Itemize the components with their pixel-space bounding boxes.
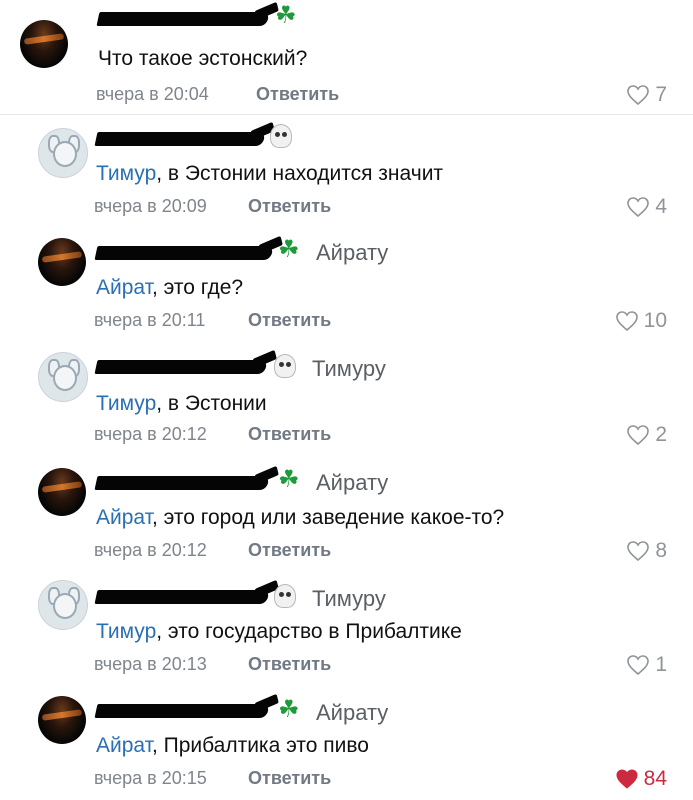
reply-to-name[interactable]: Тимуру: [312, 586, 386, 612]
comment-timestamp: вчера в 20:09: [94, 196, 207, 216]
clover-icon: ☘: [275, 1, 297, 29]
avatar[interactable]: [20, 20, 68, 68]
reply-to-name[interactable]: Айрату: [316, 240, 388, 266]
skull-icon: [274, 584, 296, 608]
reply-button[interactable]: Ответить: [248, 424, 331, 445]
like-button[interactable]: 10: [614, 308, 667, 334]
comment-body: , в Эстонии: [156, 392, 267, 415]
like-count: 4: [655, 195, 667, 218]
comment-timestamp: вчера в 20:04: [96, 84, 209, 104]
redacted-author-name: [94, 590, 270, 604]
redacted-author-name: [94, 132, 266, 146]
clover-icon: ☘: [278, 235, 300, 263]
comment-text: Айрат, Прибалтика это пиво: [96, 734, 369, 758]
like-count: 7: [655, 83, 667, 106]
clover-icon: ☘: [278, 465, 300, 493]
avatar[interactable]: [38, 128, 88, 178]
reply-button[interactable]: Ответить: [248, 540, 331, 561]
reply-button[interactable]: Ответить: [248, 654, 331, 675]
like-button[interactable]: 1: [625, 652, 667, 678]
avatar[interactable]: [38, 352, 88, 402]
redacted-author-name: [94, 246, 274, 260]
comment-body: , в Эстонии находится значит: [156, 162, 444, 185]
like-count: 8: [655, 539, 667, 562]
reply-button[interactable]: Ответить: [248, 310, 331, 331]
reply-to-name[interactable]: Айрату: [316, 470, 388, 496]
comment-text: Айрат, это город или заведение какое-то?: [96, 506, 504, 530]
mention-link[interactable]: Айрат: [96, 506, 152, 529]
heart-icon: [616, 769, 638, 789]
reply-button[interactable]: Ответить: [256, 84, 339, 105]
comment-text: Айрат, это где?: [96, 276, 243, 300]
avatar[interactable]: [38, 580, 88, 630]
like-count: 2: [655, 423, 667, 446]
comment-text: Что такое эстонский?: [98, 47, 307, 71]
comment-body: , это город или заведение какое-то?: [151, 506, 505, 529]
like-button[interactable]: 2: [625, 422, 667, 448]
like-button[interactable]: 4: [625, 194, 667, 220]
heart-icon: [627, 85, 650, 106]
avatar[interactable]: [38, 468, 86, 516]
mention-link[interactable]: Айрат: [96, 276, 152, 299]
comment-body: , Прибалтика это пиво: [151, 734, 369, 757]
comment-timestamp: вчера в 20:13: [94, 654, 207, 674]
heart-icon: [627, 425, 650, 446]
reply-to-name[interactable]: Айрату: [316, 700, 388, 726]
comment-body: , это государство в Прибалтике: [156, 620, 462, 643]
comment-timestamp: вчера в 20:15: [94, 768, 207, 788]
comment-text: Тимур, это государство в Прибалтике: [96, 620, 462, 644]
avatar[interactable]: [38, 696, 86, 744]
comment-text: Тимур, в Эстонии находится значит: [96, 162, 443, 186]
like-button[interactable]: 8: [625, 538, 667, 564]
comment-body: Что такое эстонский?: [98, 47, 308, 70]
heart-icon: [627, 541, 650, 562]
comment-timestamp: вчера в 20:12: [94, 424, 207, 444]
mention-link[interactable]: Тимур: [96, 620, 156, 643]
redacted-author-name: [96, 12, 270, 26]
heart-icon: [615, 311, 638, 332]
mention-link[interactable]: Тимур: [96, 392, 156, 415]
comment-timestamp: вчера в 20:11: [94, 310, 206, 330]
redacted-author-name: [94, 704, 270, 718]
reply-button[interactable]: Ответить: [248, 196, 331, 217]
reply-button[interactable]: Ответить: [248, 768, 331, 789]
comment-timestamp: вчера в 20:12: [94, 540, 207, 560]
redacted-author-name: [94, 476, 270, 490]
reply-to-name[interactable]: Тимуру: [312, 356, 386, 382]
divider: [0, 114, 693, 115]
like-button[interactable]: 84: [614, 766, 667, 792]
heart-icon: [627, 197, 650, 218]
like-count: 1: [655, 653, 667, 676]
like-button[interactable]: 7: [625, 82, 667, 108]
mention-link[interactable]: Айрат: [96, 734, 152, 757]
like-count: 10: [643, 309, 667, 332]
comment-text: Тимур, в Эстонии: [96, 392, 267, 416]
avatar[interactable]: [38, 238, 86, 286]
mention-link[interactable]: Тимур: [96, 162, 156, 185]
like-count: 84: [643, 767, 667, 790]
skull-icon: [274, 354, 296, 378]
clover-icon: ☘: [278, 695, 300, 723]
comment-body: , это где?: [151, 276, 244, 299]
skull-icon: [270, 124, 292, 148]
redacted-author-name: [94, 360, 268, 374]
heart-icon: [627, 655, 650, 676]
